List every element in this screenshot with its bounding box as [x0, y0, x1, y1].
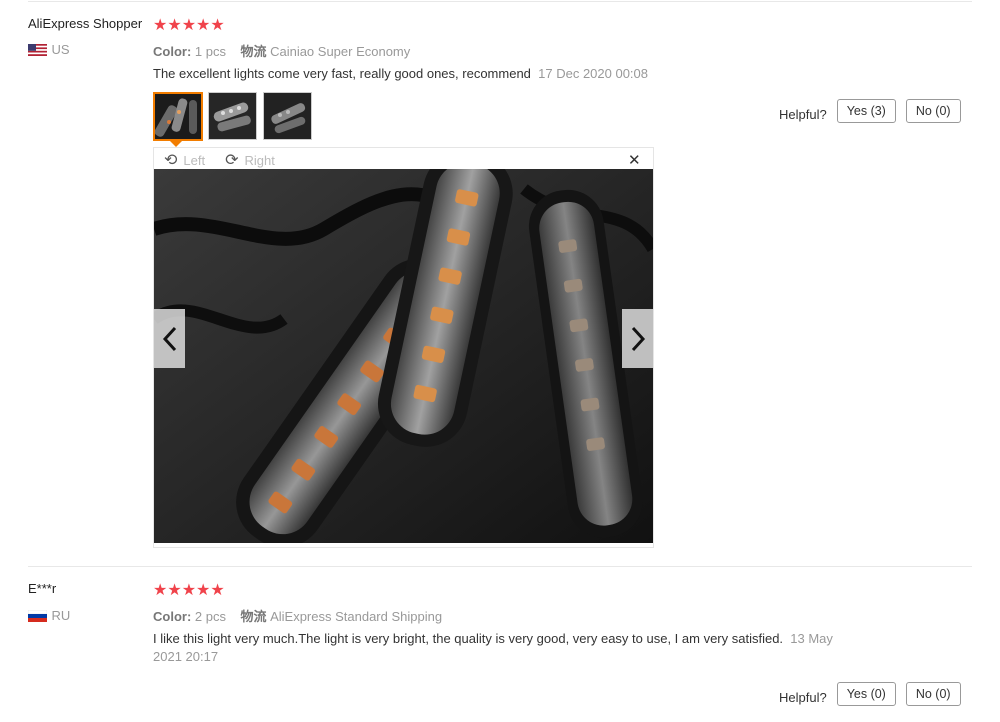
- country-code: US: [51, 42, 70, 57]
- logistics-label: 物流: [240, 44, 267, 59]
- country-code: RU: [51, 608, 71, 623]
- helpful-yes-button[interactable]: Yes (3): [836, 99, 896, 123]
- ru-flag-icon: [28, 609, 47, 622]
- rotate-left-icon[interactable]: ⟲: [164, 150, 177, 170]
- review-thumbnail[interactable]: [208, 92, 257, 140]
- rotate-controls: ⟲ Left ⟳ Right: [164, 150, 275, 170]
- logistics-value: AliExpress Standard Shipping: [270, 609, 443, 624]
- reviewer-name: AliExpress Shopper: [28, 16, 143, 31]
- review-thumbnail[interactable]: [263, 92, 312, 140]
- thumbnail-image: [264, 93, 311, 139]
- logistics-value: Cainiao Super Economy: [270, 44, 411, 59]
- helpful-label: Helpful?: [779, 689, 827, 705]
- reviewer-country: US: [28, 41, 70, 59]
- review-body: The excellent lights come very fast, rea…: [153, 66, 531, 81]
- helpful-label: Helpful?: [779, 106, 827, 122]
- review-attributes: Color: 1 pcs 物流 Cainiao Super Economy: [153, 41, 410, 60]
- color-value: 1 pcs: [194, 44, 226, 59]
- star-rating: ★★★★★: [153, 582, 225, 599]
- review-date: 17 Dec 2020 00:08: [538, 66, 649, 81]
- chevron-left-icon: [162, 326, 176, 351]
- close-icon[interactable]: ✕: [628, 151, 641, 169]
- thumbnail-image: [155, 94, 201, 139]
- divider: [28, 1, 972, 2]
- chevron-right-icon: [631, 326, 645, 351]
- helpful-no-button[interactable]: No (0): [905, 682, 961, 706]
- review-text: The excellent lights come very fast, rea…: [153, 65, 853, 83]
- review-thumbnail[interactable]: [153, 92, 203, 141]
- review-photo: [154, 169, 653, 543]
- reviewer-country: RU: [28, 607, 70, 625]
- rotate-right-icon[interactable]: ⟳: [225, 150, 238, 170]
- thumbnail-image: [209, 93, 256, 139]
- image-viewer: ⟲ Left ⟳ Right ✕: [153, 141, 654, 548]
- divider: [28, 566, 972, 567]
- helpful-yes-button[interactable]: Yes (0): [836, 682, 896, 706]
- star-rating: ★★★★★: [153, 17, 225, 34]
- review-body: I like this light very much.The light is…: [153, 631, 784, 646]
- reviewer-name: E***r: [28, 581, 57, 596]
- review-attributes: Color: 2 pcs 物流 AliExpress Standard Ship…: [153, 606, 442, 625]
- color-label: Color:: [153, 44, 192, 59]
- rotate-right-button[interactable]: Right: [245, 153, 275, 168]
- logistics-label: 物流: [240, 609, 267, 624]
- prev-image-button[interactable]: [154, 309, 185, 368]
- us-flag-icon: [28, 43, 47, 56]
- color-label: Color:: [153, 609, 192, 624]
- active-thumb-pointer: [170, 141, 182, 147]
- rotate-left-button[interactable]: Left: [183, 153, 205, 168]
- helpful-voting: Helpful? Yes (0) No (0): [779, 682, 961, 706]
- helpful-no-button[interactable]: No (0): [905, 99, 961, 123]
- color-value: 2 pcs: [194, 609, 226, 624]
- review-text: I like this light very much.The light is…: [153, 630, 865, 666]
- helpful-voting: Helpful? Yes (3) No (0): [779, 99, 961, 123]
- next-image-button[interactable]: [622, 309, 653, 368]
